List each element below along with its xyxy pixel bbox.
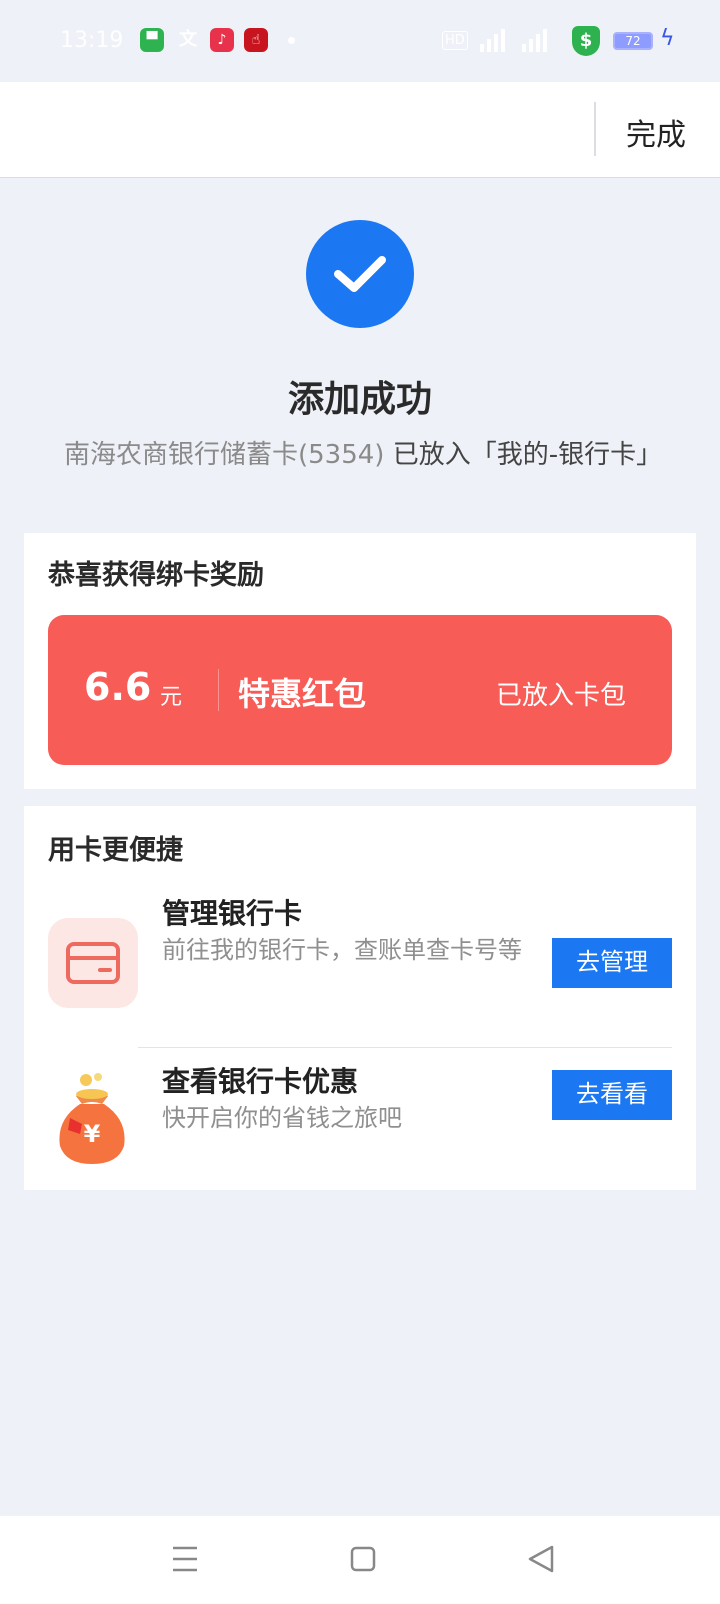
success-description: 南海农商银行储蓄卡(5354) 已放入「我的-银行卡」 <box>64 434 704 471</box>
back-icon[interactable] <box>516 1534 566 1584</box>
manage-card-title: 管理银行卡 <box>162 897 303 930</box>
top-bar: 完成 <box>0 82 720 178</box>
signal-icon <box>522 28 552 52</box>
success-check-icon <box>306 220 414 328</box>
coupon-status: 已放入卡包 <box>496 681 627 711</box>
screen: 13:19 ▀ 文 ♪ ☝ HD $ 72 ϟ 完成 添加成功 南海农商银行储蓄… <box>0 0 720 1604</box>
status-time: 13:19 <box>60 28 124 53</box>
hd-badge: HD <box>442 31 468 50</box>
red-app-icon: ☝ <box>244 28 268 52</box>
row-divider <box>138 1047 672 1048</box>
placed-text: 已放入「我的-银行卡」 <box>392 440 663 470</box>
success-title: 添加成功 <box>287 379 432 420</box>
bank-card-icon <box>48 918 138 1008</box>
battery-icon: 72 <box>613 32 653 50</box>
manage-card-subtitle: 前往我的银行卡，查账单查卡号等 <box>162 936 522 964</box>
menu-icon[interactable] <box>160 1534 210 1584</box>
home-icon[interactable] <box>338 1534 388 1584</box>
reward-card: 恭喜获得绑卡奖励 6.6 元 特惠红包 已放入卡包 <box>24 533 696 789</box>
messages-app-icon: ▀ <box>140 28 164 52</box>
money-bag-icon: ¥ <box>52 1072 132 1168</box>
coupon-unit: 元 <box>160 685 183 710</box>
coupon-divider <box>218 669 219 711</box>
coupon-name: 特惠红包 <box>238 675 367 713</box>
music-app-icon: ♪ <box>210 28 234 52</box>
card-offers-subtitle: 快开启你的省钱之旅吧 <box>162 1104 402 1132</box>
coupon-amount: 6.6 <box>84 665 152 709</box>
card-name: 南海农商银行储蓄卡(5354) <box>64 440 385 470</box>
header-divider <box>594 102 596 156</box>
reward-title: 恭喜获得绑卡奖励 <box>48 560 264 591</box>
charging-icon: ϟ <box>660 26 675 51</box>
card-offers-button[interactable]: 去看看 <box>552 1070 672 1120</box>
translate-icon: 文 <box>179 29 197 50</box>
notification-dot-icon <box>288 37 295 44</box>
card-offers-title: 查看银行卡优惠 <box>162 1065 359 1098</box>
done-button[interactable]: 完成 <box>626 110 686 154</box>
status-bar: 13:19 ▀ 文 ♪ ☝ HD $ 72 ϟ <box>0 0 720 82</box>
signal-icon <box>480 28 510 52</box>
quick-actions-card: 用卡更便捷 管理银行卡 前往我的银行卡，查账单查卡号等 去管理 ¥ 查看银行卡优… <box>24 806 696 1190</box>
quick-actions-title: 用卡更便捷 <box>48 835 183 866</box>
shield-icon: $ <box>572 26 600 56</box>
system-nav-bar <box>0 1516 720 1604</box>
svg-text:¥: ¥ <box>84 1120 101 1148</box>
red-packet-coupon[interactable]: 6.6 元 特惠红包 已放入卡包 <box>48 615 672 765</box>
manage-card-button[interactable]: 去管理 <box>552 938 672 988</box>
